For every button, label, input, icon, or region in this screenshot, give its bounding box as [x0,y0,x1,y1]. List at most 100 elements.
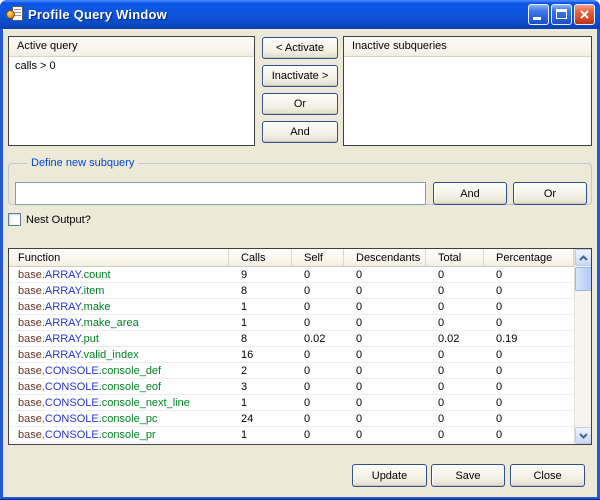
profile-table: FunctionCallsSelfDescendantsTotalPercent… [8,248,592,445]
subquery-input[interactable] [15,182,426,205]
table-row[interactable]: base.ARRAY.count 90000 [9,267,574,283]
cell-calls: 1 [228,317,291,329]
nest-output-checkbox[interactable] [8,213,21,226]
table-row[interactable]: base.ARRAY.valid_index 160000 [9,347,574,363]
class-name: CONSOLE [45,381,99,393]
scrollbar-thumb[interactable] [575,267,592,291]
cell-percentage: 0 [483,365,574,377]
cell-calls: 24 [228,413,291,425]
scroll-down-button[interactable] [575,427,592,444]
table-row[interactable]: base.CONSOLE.console_pr 10000 [9,427,574,443]
update-button[interactable]: Update [352,464,427,487]
table-row[interactable]: base.ARRAY.item 80000 [9,283,574,299]
cell-function: base.ARRAY.count [9,269,228,281]
minimize-button[interactable] [528,4,549,25]
table-row[interactable]: base.CONSOLE.console_eof 30000 [9,379,574,395]
nest-output-label: Nest Output? [26,214,91,226]
cell-calls: 1 [228,301,291,313]
cell-self: 0 [291,397,343,409]
cell-total: 0 [425,349,483,361]
cluster-name: base. [18,349,45,361]
cell-percentage: 0 [483,413,574,425]
table-scrollbar[interactable] [574,249,591,444]
cell-calls: 16 [228,349,291,361]
cell-self: 0.02 [291,333,343,345]
table-row[interactable]: base.CONSOLE.console_next_line 10000 [9,395,574,411]
cell-descendants: 0 [343,317,425,329]
titlebar[interactable]: Profile Query Window [0,0,600,29]
or-button[interactable]: Or [262,93,338,115]
maximize-icon [556,9,567,19]
table-row[interactable]: base.ARRAY.make 10000 [9,299,574,315]
inactivate-button[interactable]: Inactivate > [262,65,338,87]
column-header-percentage[interactable]: Percentage [483,249,574,266]
cell-self: 0 [291,285,343,297]
scroll-up-button[interactable] [575,249,592,266]
profile-query-window: Profile Query Window Active query calls … [0,0,600,500]
active-query-header: Active query [9,37,254,57]
cell-function: base.ARRAY.put [9,333,228,345]
cell-percentage: 0 [483,381,574,393]
cluster-name: base. [18,397,45,409]
cell-total: 0 [425,413,483,425]
cell-percentage: 0 [483,285,574,297]
cell-total: 0 [425,269,483,281]
subquery-and-button[interactable]: And [433,182,507,205]
cell-total: 0 [425,365,483,377]
inactive-subqueries-header: Inactive subqueries [344,37,591,57]
close-icon [578,8,591,21]
class-name: CONSOLE [45,413,99,425]
feature-name: put [84,333,99,345]
table-row[interactable]: base.CONSOLE.console_pc 240000 [9,411,574,427]
save-button[interactable]: Save [431,464,505,487]
table-row[interactable]: base.CONSOLE.console_def 20000 [9,363,574,379]
feature-name: item [84,285,105,297]
dialog-client-area: Active query calls > 0 < Activate Inacti… [3,29,597,497]
active-query-item[interactable]: calls > 0 [9,57,254,72]
cell-total: 0 [425,285,483,297]
cell-self: 0 [291,269,343,281]
cell-descendants: 0 [343,301,425,313]
cell-function: base.CONSOLE.console_next_line [9,397,228,409]
table-row[interactable]: base.ARRAY.put 80.0200.020.19 [9,331,574,347]
feature-name: make [84,301,111,313]
table-header-row: FunctionCallsSelfDescendantsTotalPercent… [9,249,591,267]
class-name: CONSOLE [45,365,99,377]
feature-name: count [84,269,111,281]
column-header-calls[interactable]: Calls [228,249,291,266]
cell-calls: 8 [228,285,291,297]
cluster-name: base. [18,429,45,441]
column-header-total[interactable]: Total [425,249,483,266]
table-row[interactable]: base.ARRAY.make_area 10000 [9,315,574,331]
close-dialog-button[interactable]: Close [510,464,585,487]
cell-total: 0 [425,397,483,409]
cell-descendants: 0 [343,269,425,281]
cell-function: base.ARRAY.make [9,301,228,313]
feature-name: make_area [84,317,139,329]
close-button[interactable] [574,4,595,25]
and-button[interactable]: And [262,121,338,143]
column-header-descendants[interactable]: Descendants [343,249,425,266]
scroll-down-icon [579,433,588,439]
column-header-self[interactable]: Self [291,249,343,266]
cell-descendants: 0 [343,349,425,361]
define-subquery-group: Define new subquery And Or [8,157,592,205]
cell-total: 0.02 [425,333,483,345]
class-name: ARRAY [45,317,81,329]
class-name: ARRAY [45,349,81,361]
cluster-name: base. [18,317,45,329]
cell-calls: 3 [228,381,291,393]
column-header-function[interactable]: Function [9,249,228,266]
cluster-name: base. [18,381,45,393]
cell-total: 0 [425,429,483,441]
cell-self: 0 [291,365,343,377]
subquery-or-button[interactable]: Or [513,182,587,205]
activate-button[interactable]: < Activate [262,37,338,59]
class-name: CONSOLE [45,429,99,441]
inactive-subqueries-panel: Inactive subqueries [343,36,592,146]
cluster-name: base. [18,333,45,345]
cell-percentage: 0 [483,397,574,409]
maximize-button[interactable] [551,4,572,25]
window-title: Profile Query Window [28,7,528,22]
scrollbar-track[interactable] [575,292,592,426]
